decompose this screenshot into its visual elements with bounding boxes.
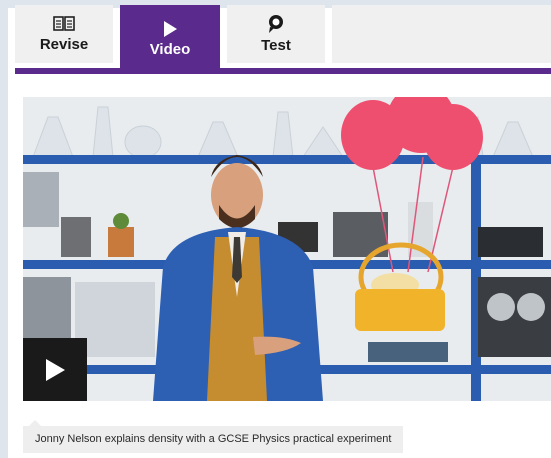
play-button[interactable] [23, 338, 87, 401]
open-book-icon [53, 16, 75, 31]
play-icon [46, 358, 65, 381]
tab-revise[interactable]: Revise [15, 5, 113, 63]
tab-video-label: Video [149, 41, 191, 58]
video-caption: Jonny Nelson explains density with a GCS… [23, 426, 404, 453]
play-icon [164, 21, 177, 37]
video-thumbnail [23, 97, 551, 401]
tab-underline [15, 68, 551, 74]
tab-revise-label: Revise [39, 36, 89, 53]
tab-empty-area [332, 5, 551, 63]
magnifier-icon [269, 15, 283, 33]
tab-test-label: Test [261, 37, 291, 54]
tab-video[interactable]: Video [120, 5, 220, 73]
video-player[interactable] [23, 97, 551, 401]
tab-bar: Revise Video Test [15, 5, 551, 73]
tab-test[interactable]: Test [227, 5, 325, 63]
